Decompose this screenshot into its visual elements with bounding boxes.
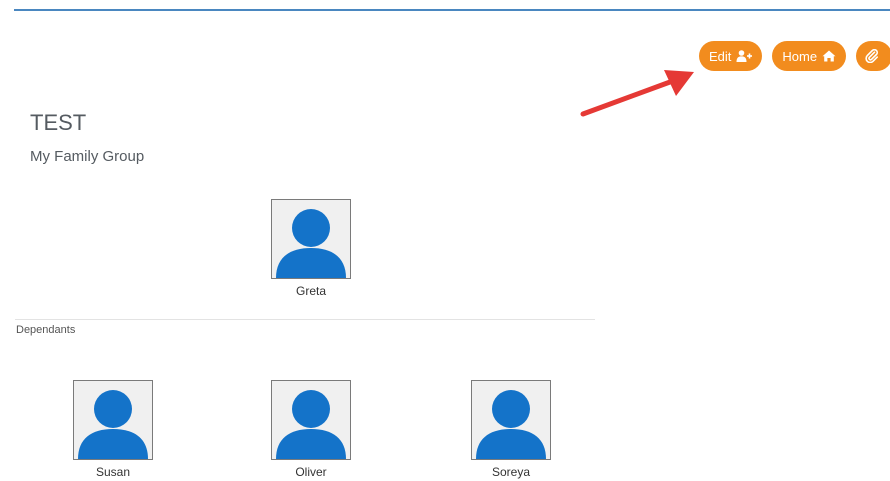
group-subtitle: My Family Group [30,148,145,165]
person-silhouette-icon [476,390,546,459]
top-border [14,9,890,11]
home-icon [822,50,836,62]
member-card-oliver[interactable]: Oliver [256,380,366,479]
member-name: Greta [295,284,326,298]
member-card-soreya[interactable]: Soreya [456,380,566,479]
user-plus-icon [736,50,753,62]
section-divider [15,319,595,320]
member-name: Susan [95,465,131,479]
paperclip-icon [865,49,879,63]
avatar[interactable] [471,380,551,460]
attachments-button[interactable] [856,41,890,71]
member-name: Oliver [295,465,327,479]
member-card-susan[interactable]: Susan [58,380,168,479]
home-button[interactable]: Home [772,41,847,71]
page: Edit Home TEST My Family Group Greta Dep… [0,0,890,481]
action-toolbar: Edit Home [699,41,890,71]
avatar[interactable] [271,199,351,279]
person-silhouette-icon [276,209,346,278]
member-name: Soreya [491,465,531,479]
home-button-label: Home [782,48,818,64]
member-card-greta[interactable]: Greta [256,199,366,298]
edit-button[interactable]: Edit [699,41,763,71]
person-silhouette-icon [276,390,346,459]
avatar[interactable] [271,380,351,460]
avatar[interactable] [73,380,153,460]
person-silhouette-icon [78,390,148,459]
group-title: TEST [30,110,87,135]
annotation-arrow [580,70,694,117]
dependants-label: Dependants [16,324,76,336]
edit-button-label: Edit [709,48,732,64]
